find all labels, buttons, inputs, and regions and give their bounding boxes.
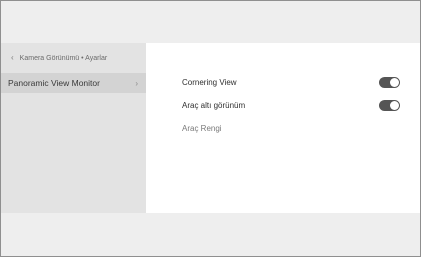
- breadcrumb[interactable]: ‹ Kamera Görünümü • Ayarlar: [11, 51, 107, 65]
- settings-panel: Cornering View Araç altı görünüm Araç Re…: [146, 43, 420, 213]
- sidebar-item-panoramic-view-monitor[interactable]: Panoramic View Monitor ›: [1, 73, 146, 93]
- cornering-view-toggle[interactable]: [379, 76, 400, 88]
- arac-alti-gorunum-toggle[interactable]: [379, 99, 400, 111]
- chevron-left-icon[interactable]: ‹: [11, 54, 14, 62]
- breadcrumb-path: Kamera Görünümü • Ayarlar: [19, 54, 108, 62]
- setting-label: Araç Rengi: [182, 123, 222, 133]
- setting-label: Cornering View: [182, 77, 237, 87]
- setting-row-cornering-view[interactable]: Cornering View: [182, 74, 400, 90]
- setting-row-arac-alti-gorunum[interactable]: Araç altı görünüm: [182, 97, 400, 113]
- toggle-knob: [390, 100, 399, 110]
- top-bar: [1, 1, 420, 43]
- sidebar: ‹ Kamera Görünümü • Ayarlar Panoramic Vi…: [1, 43, 146, 213]
- chevron-right-icon: ›: [135, 78, 138, 88]
- toggle-knob: [390, 77, 399, 87]
- app-window: ‹ Kamera Görünümü • Ayarlar Panoramic Vi…: [0, 0, 421, 257]
- setting-label: Araç altı görünüm: [182, 100, 246, 110]
- bottom-bar: [1, 213, 420, 256]
- sidebar-item-label: Panoramic View Monitor: [8, 78, 100, 88]
- setting-row-arac-rengi[interactable]: Araç Rengi: [182, 120, 400, 136]
